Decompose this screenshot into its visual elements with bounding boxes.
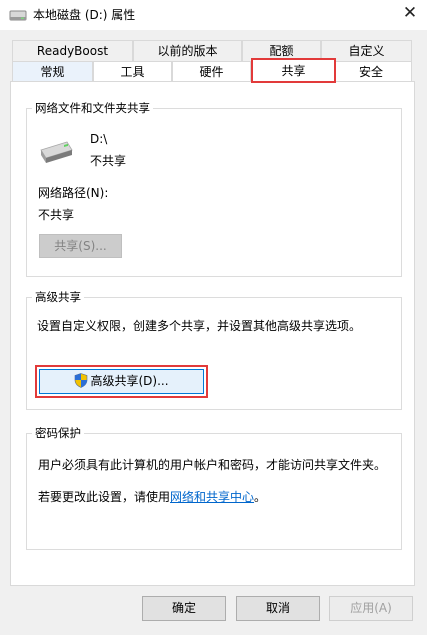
password-protection-description: 用户必须具有此计算机的用户帐户和密码，才能访问共享文件夹。	[38, 458, 387, 472]
apply-button[interactable]: 应用(A)	[329, 596, 413, 621]
hard-drive-icon	[40, 141, 73, 163]
tab-previous-versions[interactable]: 以前的版本	[133, 40, 242, 61]
advanced-sharing-button-label: 高级共享(D)...	[90, 374, 169, 388]
password-change-suffix: 。	[254, 490, 267, 504]
drive-icon	[9, 10, 27, 21]
network-path-value: 不共享	[38, 208, 75, 222]
tab-tools[interactable]: 工具	[93, 61, 172, 82]
cancel-button[interactable]: 取消	[236, 596, 320, 621]
drive-share-status: 不共享	[90, 154, 127, 168]
tab-sharing[interactable]: 共享	[251, 58, 336, 83]
ok-button[interactable]: 确定	[142, 596, 226, 621]
network-sharing-center-link[interactable]: 网络和共享中心	[170, 490, 254, 504]
password-protection-label: 密码保护	[32, 425, 84, 441]
tab-general[interactable]: 常规	[12, 61, 93, 82]
uac-shield-icon	[75, 373, 88, 388]
tab-readyboost[interactable]: ReadyBoost	[12, 40, 133, 61]
network-path-label: 网络路径(N):	[38, 186, 109, 200]
tab-hardware[interactable]: 硬件	[172, 61, 251, 82]
advanced-sharing-description: 设置自定义权限，创建多个共享，并设置其他高级共享选项。	[37, 319, 362, 333]
network-sharing-label: 网络文件和文件夹共享	[32, 100, 153, 116]
advanced-sharing-button[interactable]: 高级共享(D)...	[39, 369, 204, 394]
password-change-instruction: 若要更改此设置，请使用网络和共享中心。	[38, 488, 266, 505]
close-icon[interactable]: ✕	[396, 2, 424, 26]
share-button[interactable]: 共享(S)...	[39, 234, 122, 258]
password-change-prefix: 若要更改此设置，请使用	[38, 490, 171, 504]
drive-name: D:\	[90, 132, 108, 146]
advanced-sharing-label: 高级共享	[32, 289, 84, 305]
window-title: 本地磁盘 (D:) 属性	[33, 8, 136, 22]
tab-security[interactable]: 安全	[330, 61, 412, 82]
